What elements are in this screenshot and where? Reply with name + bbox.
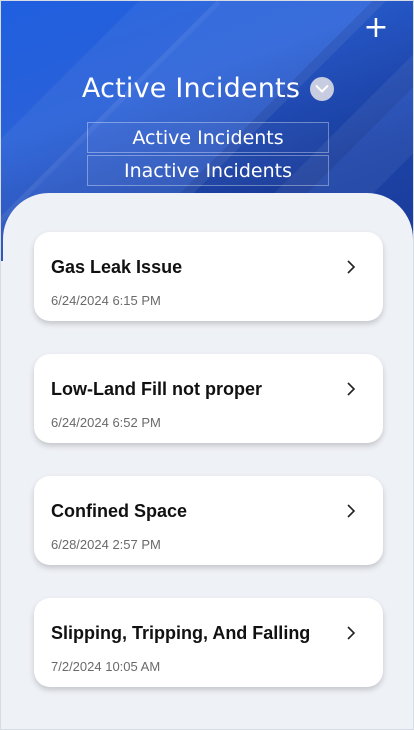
chevron-right-icon <box>347 504 356 518</box>
plus-icon: + <box>363 10 389 45</box>
incident-title: Slipping, Tripping, And Falling <box>51 623 311 643</box>
incident-filter-dropdown: Active Incidents Inactive Incidents <box>87 122 329 186</box>
incident-title: Confined Space <box>51 501 188 521</box>
chevron-right-icon <box>347 382 356 396</box>
incident-title: Gas Leak Issue <box>51 257 183 277</box>
option-inactive-incidents[interactable]: Inactive Incidents <box>87 155 329 186</box>
add-incident-button[interactable]: + <box>363 13 389 43</box>
chevron-down-icon <box>310 76 335 101</box>
incidents-screen: + Active Incidents Active Incidents Inac… <box>0 0 414 730</box>
chevron-right-icon <box>347 260 356 274</box>
incident-datetime: 7/2/2024 10:05 AM <box>51 659 161 674</box>
incident-card[interactable]: Confined Space 6/28/2024 2:57 PM <box>34 476 383 565</box>
incident-filter-toggle[interactable]: Active Incidents <box>81 73 335 104</box>
page-title: Active Incidents <box>81 73 301 104</box>
incident-card[interactable]: Gas Leak Issue 6/24/2024 6:15 PM <box>34 232 383 321</box>
option-active-incidents[interactable]: Active Incidents <box>87 122 329 153</box>
incident-card[interactable]: Slipping, Tripping, And Falling 7/2/2024… <box>34 598 383 687</box>
title-row: Active Incidents <box>1 73 413 104</box>
incident-card[interactable]: Low-Land Fill not proper 6/24/2024 6:52 … <box>34 354 383 443</box>
incident-datetime: 6/28/2024 2:57 PM <box>51 537 161 552</box>
incident-title: Low-Land Fill not proper <box>51 379 262 399</box>
incident-datetime: 6/24/2024 6:15 PM <box>51 293 161 308</box>
chevron-right-icon <box>347 626 356 640</box>
incident-datetime: 6/24/2024 6:52 PM <box>51 415 161 430</box>
